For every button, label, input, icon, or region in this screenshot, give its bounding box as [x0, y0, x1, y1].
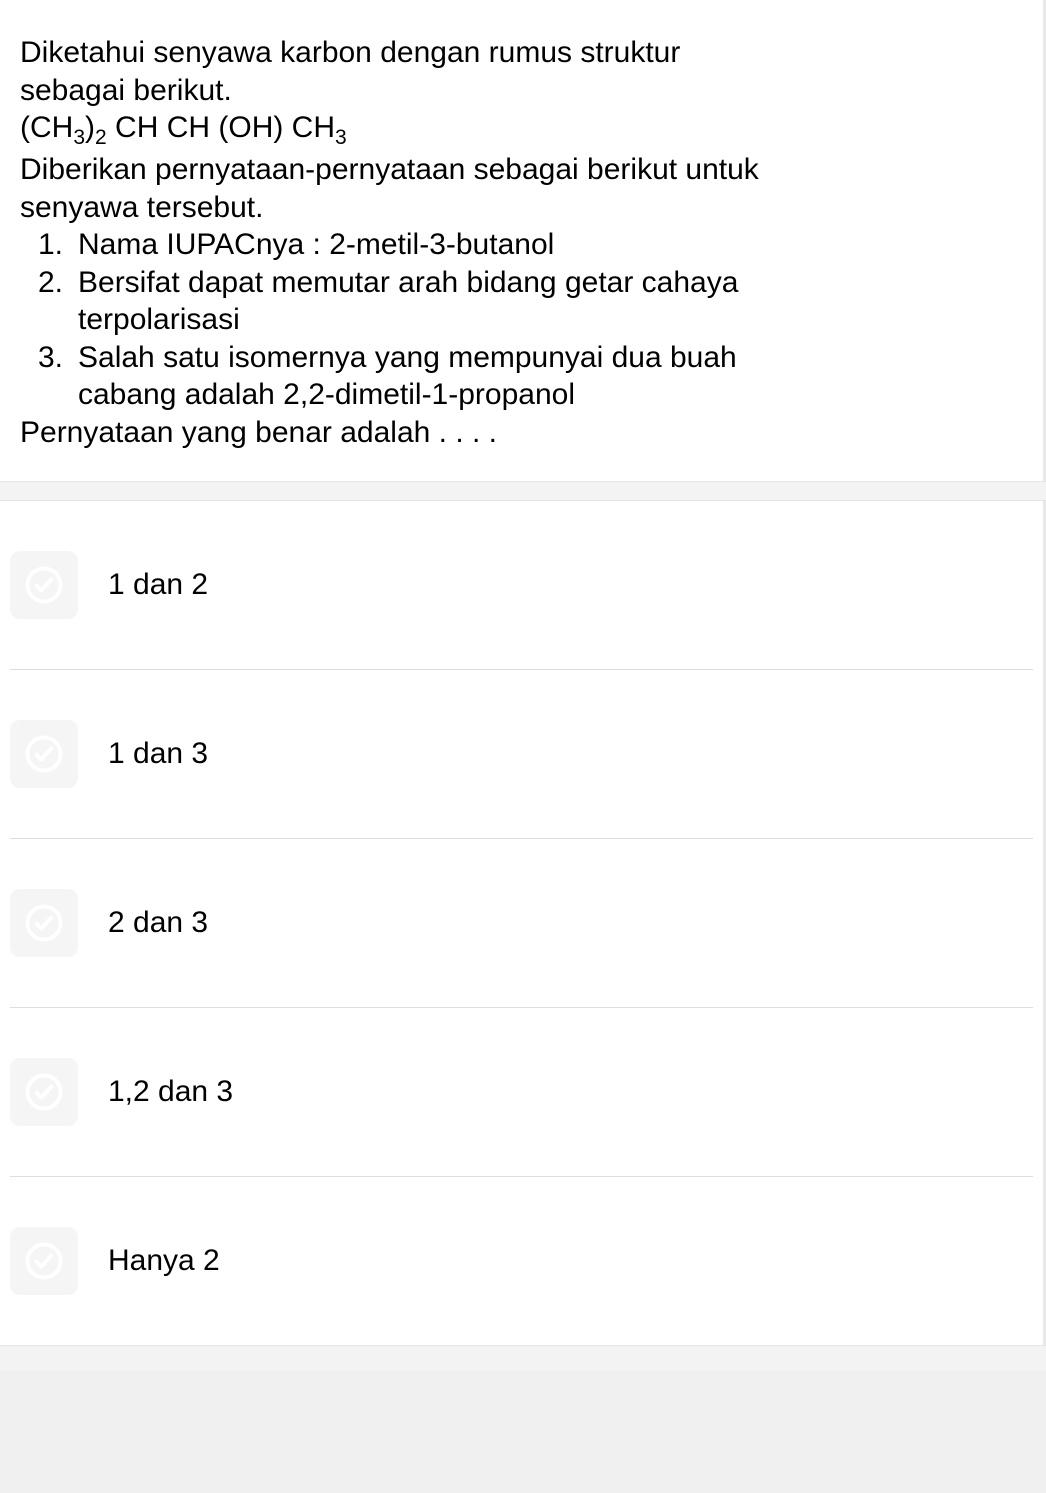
option-checkbox[interactable] [10, 1227, 78, 1295]
option-label: 2 dan 3 [108, 906, 208, 940]
statement-item: 2. Bersifat dapat memutar arah bidang ge… [30, 264, 1023, 339]
statement-number: 3. [30, 339, 78, 414]
option-item-1[interactable]: 1 dan 2 [10, 501, 1033, 670]
statement-text: Bersifat dapat memutar arah bidang getar… [78, 264, 1023, 339]
option-label: Hanya 2 [108, 1244, 220, 1278]
chemical-formula: (CH3)2 CH CH (OH) CH3 [20, 109, 1023, 151]
statement-text: Nama IUPACnya : 2-metil-3-butanol [78, 226, 1023, 264]
statement-number: 1. [30, 226, 78, 264]
option-label: 1 dan 2 [108, 568, 208, 602]
question-intro-1: Diketahui senyawa karbon dengan rumus st… [20, 34, 1023, 109]
options-container: 1 dan 2 1 dan 3 2 dan 3 1,2 dan 3 [0, 501, 1046, 1345]
check-circle-icon [22, 1070, 66, 1114]
check-circle-icon [22, 732, 66, 776]
option-label: 1,2 dan 3 [108, 1075, 233, 1109]
bottom-spacer [0, 1345, 1046, 1371]
option-checkbox[interactable] [10, 551, 78, 619]
option-checkbox[interactable] [10, 720, 78, 788]
check-circle-icon [22, 1239, 66, 1283]
statement-text: Salah satu isomernya yang mempunyai dua … [78, 339, 1023, 414]
statement-number: 2. [30, 264, 78, 339]
statements-list: 1. Nama IUPACnya : 2-metil-3-butanol 2. … [20, 226, 1023, 414]
option-item-4[interactable]: 1,2 dan 3 [10, 1008, 1033, 1177]
option-item-3[interactable]: 2 dan 3 [10, 839, 1033, 1008]
option-checkbox[interactable] [10, 1058, 78, 1126]
statement-item: 1. Nama IUPACnya : 2-metil-3-butanol [30, 226, 1023, 264]
statement-item: 3. Salah satu isomernya yang mempunyai d… [30, 339, 1023, 414]
section-divider [0, 481, 1046, 501]
question-text: Diketahui senyawa karbon dengan rumus st… [0, 0, 1043, 481]
question-container: Diketahui senyawa karbon dengan rumus st… [0, 0, 1046, 481]
option-item-2[interactable]: 1 dan 3 [10, 670, 1033, 839]
check-circle-icon [22, 563, 66, 607]
question-intro-2: Diberikan pernyataan-pernyataan sebagai … [20, 151, 1023, 226]
option-item-5[interactable]: Hanya 2 [10, 1177, 1033, 1345]
option-label: 1 dan 3 [108, 737, 208, 771]
option-checkbox[interactable] [10, 889, 78, 957]
check-circle-icon [22, 901, 66, 945]
question-closing: Pernyataan yang benar adalah . . . . [20, 414, 1023, 452]
